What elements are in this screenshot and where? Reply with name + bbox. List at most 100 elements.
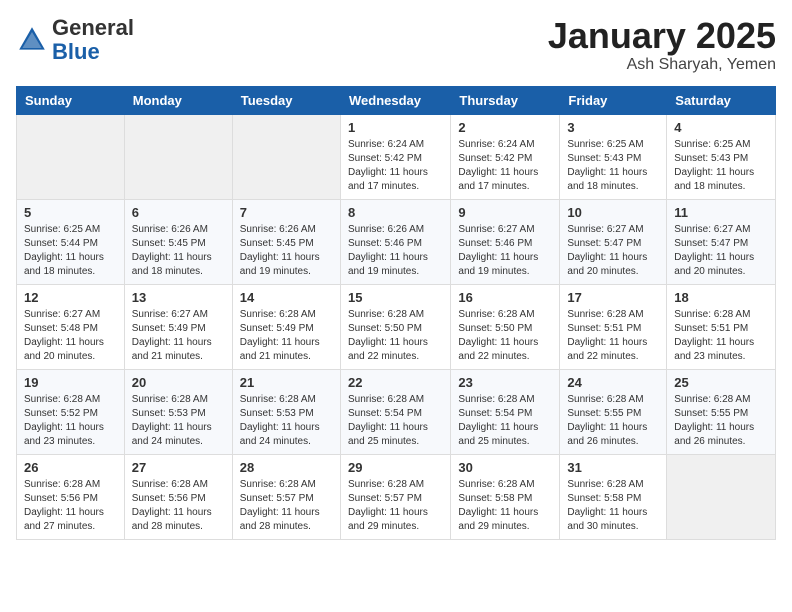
daylight-text: Daylight: 11 hours and 22 minutes. <box>567 337 647 362</box>
calendar-cell: 24 Sunrise: 6:28 AM Sunset: 5:55 PM Dayl… <box>560 369 667 454</box>
sunset-text: Sunset: 5:45 PM <box>132 238 206 249</box>
calendar-week-row: 19 Sunrise: 6:28 AM Sunset: 5:52 PM Dayl… <box>17 369 776 454</box>
sunrise-text: Sunrise: 6:27 AM <box>567 224 643 235</box>
location-title: Ash Sharyah, Yemen <box>548 56 776 74</box>
sunset-text: Sunset: 5:55 PM <box>674 408 748 419</box>
calendar-cell: 9 Sunrise: 6:27 AM Sunset: 5:46 PM Dayli… <box>451 199 560 284</box>
sunrise-text: Sunrise: 6:27 AM <box>132 309 208 320</box>
sunset-text: Sunset: 5:46 PM <box>458 238 532 249</box>
day-info: Sunrise: 6:28 AM Sunset: 5:51 PM Dayligh… <box>567 308 659 364</box>
sunrise-text: Sunrise: 6:28 AM <box>240 479 316 490</box>
sunset-text: Sunset: 5:49 PM <box>132 323 206 334</box>
logo-blue-text: Blue <box>52 39 100 64</box>
sunrise-text: Sunrise: 6:28 AM <box>132 394 208 405</box>
daylight-text: Daylight: 11 hours and 17 minutes. <box>348 167 428 192</box>
day-info: Sunrise: 6:27 AM Sunset: 5:49 PM Dayligh… <box>132 308 225 364</box>
sunrise-text: Sunrise: 6:27 AM <box>674 224 750 235</box>
sunrise-text: Sunrise: 6:27 AM <box>24 309 100 320</box>
day-number: 10 <box>567 205 659 220</box>
day-number: 21 <box>240 375 333 390</box>
sunrise-text: Sunrise: 6:28 AM <box>567 394 643 405</box>
daylight-text: Daylight: 11 hours and 25 minutes. <box>348 422 428 447</box>
calendar-table: SundayMondayTuesdayWednesdayThursdayFrid… <box>16 86 776 540</box>
calendar-cell: 26 Sunrise: 6:28 AM Sunset: 5:56 PM Dayl… <box>17 454 125 539</box>
calendar-cell: 27 Sunrise: 6:28 AM Sunset: 5:56 PM Dayl… <box>124 454 232 539</box>
sunset-text: Sunset: 5:42 PM <box>458 153 532 164</box>
month-title: January 2025 <box>548 16 776 56</box>
day-number: 14 <box>240 290 333 305</box>
calendar-cell <box>232 114 340 199</box>
calendar-cell: 8 Sunrise: 6:26 AM Sunset: 5:46 PM Dayli… <box>340 199 450 284</box>
day-number: 31 <box>567 460 659 475</box>
sunrise-text: Sunrise: 6:28 AM <box>240 394 316 405</box>
daylight-text: Daylight: 11 hours and 23 minutes. <box>24 422 104 447</box>
calendar-week-row: 12 Sunrise: 6:27 AM Sunset: 5:48 PM Dayl… <box>17 284 776 369</box>
day-info: Sunrise: 6:28 AM Sunset: 5:54 PM Dayligh… <box>348 393 443 449</box>
sunset-text: Sunset: 5:43 PM <box>567 153 641 164</box>
logo: General Blue <box>16 16 134 64</box>
calendar-cell: 31 Sunrise: 6:28 AM Sunset: 5:58 PM Dayl… <box>560 454 667 539</box>
daylight-text: Daylight: 11 hours and 20 minutes. <box>567 252 647 277</box>
daylight-text: Daylight: 11 hours and 25 minutes. <box>458 422 538 447</box>
sunrise-text: Sunrise: 6:24 AM <box>458 139 534 150</box>
calendar-header-row: SundayMondayTuesdayWednesdayThursdayFrid… <box>17 86 776 114</box>
title-block: January 2025 Ash Sharyah, Yemen <box>548 16 776 74</box>
day-number: 28 <box>240 460 333 475</box>
daylight-text: Daylight: 11 hours and 19 minutes. <box>240 252 320 277</box>
day-info: Sunrise: 6:28 AM Sunset: 5:58 PM Dayligh… <box>458 478 552 534</box>
day-number: 19 <box>24 375 117 390</box>
daylight-text: Daylight: 11 hours and 26 minutes. <box>567 422 647 447</box>
daylight-text: Daylight: 11 hours and 18 minutes. <box>567 167 647 192</box>
sunset-text: Sunset: 5:50 PM <box>348 323 422 334</box>
calendar-cell: 18 Sunrise: 6:28 AM Sunset: 5:51 PM Dayl… <box>667 284 776 369</box>
sunrise-text: Sunrise: 6:28 AM <box>24 394 100 405</box>
day-info: Sunrise: 6:28 AM Sunset: 5:49 PM Dayligh… <box>240 308 333 364</box>
sunrise-text: Sunrise: 6:28 AM <box>24 479 100 490</box>
sunrise-text: Sunrise: 6:25 AM <box>567 139 643 150</box>
sunrise-text: Sunrise: 6:28 AM <box>674 394 750 405</box>
sunrise-text: Sunrise: 6:28 AM <box>458 479 534 490</box>
calendar-cell: 22 Sunrise: 6:28 AM Sunset: 5:54 PM Dayl… <box>340 369 450 454</box>
sunset-text: Sunset: 5:52 PM <box>24 408 98 419</box>
daylight-text: Daylight: 11 hours and 29 minutes. <box>458 507 538 532</box>
sunset-text: Sunset: 5:53 PM <box>132 408 206 419</box>
day-info: Sunrise: 6:25 AM Sunset: 5:43 PM Dayligh… <box>567 138 659 194</box>
header-wednesday: Wednesday <box>340 86 450 114</box>
day-info: Sunrise: 6:28 AM Sunset: 5:52 PM Dayligh… <box>24 393 117 449</box>
calendar-cell <box>124 114 232 199</box>
daylight-text: Daylight: 11 hours and 20 minutes. <box>674 252 754 277</box>
calendar-cell: 25 Sunrise: 6:28 AM Sunset: 5:55 PM Dayl… <box>667 369 776 454</box>
daylight-text: Daylight: 11 hours and 21 minutes. <box>132 337 212 362</box>
day-info: Sunrise: 6:28 AM Sunset: 5:57 PM Dayligh… <box>240 478 333 534</box>
day-number: 30 <box>458 460 552 475</box>
sunset-text: Sunset: 5:50 PM <box>458 323 532 334</box>
sunrise-text: Sunrise: 6:26 AM <box>132 224 208 235</box>
logo-general-text: General <box>52 15 134 40</box>
sunset-text: Sunset: 5:54 PM <box>458 408 532 419</box>
day-number: 24 <box>567 375 659 390</box>
day-number: 5 <box>24 205 117 220</box>
calendar-cell: 30 Sunrise: 6:28 AM Sunset: 5:58 PM Dayl… <box>451 454 560 539</box>
day-info: Sunrise: 6:28 AM Sunset: 5:51 PM Dayligh… <box>674 308 768 364</box>
day-number: 20 <box>132 375 225 390</box>
daylight-text: Daylight: 11 hours and 28 minutes. <box>132 507 212 532</box>
day-info: Sunrise: 6:28 AM Sunset: 5:56 PM Dayligh… <box>24 478 117 534</box>
header-tuesday: Tuesday <box>232 86 340 114</box>
sunrise-text: Sunrise: 6:28 AM <box>132 479 208 490</box>
calendar-cell: 16 Sunrise: 6:28 AM Sunset: 5:50 PM Dayl… <box>451 284 560 369</box>
calendar-cell: 21 Sunrise: 6:28 AM Sunset: 5:53 PM Dayl… <box>232 369 340 454</box>
calendar-cell <box>667 454 776 539</box>
daylight-text: Daylight: 11 hours and 28 minutes. <box>240 507 320 532</box>
daylight-text: Daylight: 11 hours and 18 minutes. <box>132 252 212 277</box>
daylight-text: Daylight: 11 hours and 19 minutes. <box>348 252 428 277</box>
day-info: Sunrise: 6:28 AM Sunset: 5:58 PM Dayligh… <box>567 478 659 534</box>
daylight-text: Daylight: 11 hours and 22 minutes. <box>458 337 538 362</box>
day-info: Sunrise: 6:24 AM Sunset: 5:42 PM Dayligh… <box>458 138 552 194</box>
calendar-cell: 14 Sunrise: 6:28 AM Sunset: 5:49 PM Dayl… <box>232 284 340 369</box>
daylight-text: Daylight: 11 hours and 22 minutes. <box>348 337 428 362</box>
day-info: Sunrise: 6:26 AM Sunset: 5:45 PM Dayligh… <box>132 223 225 279</box>
daylight-text: Daylight: 11 hours and 27 minutes. <box>24 507 104 532</box>
day-number: 25 <box>674 375 768 390</box>
sunrise-text: Sunrise: 6:28 AM <box>240 309 316 320</box>
daylight-text: Daylight: 11 hours and 19 minutes. <box>458 252 538 277</box>
